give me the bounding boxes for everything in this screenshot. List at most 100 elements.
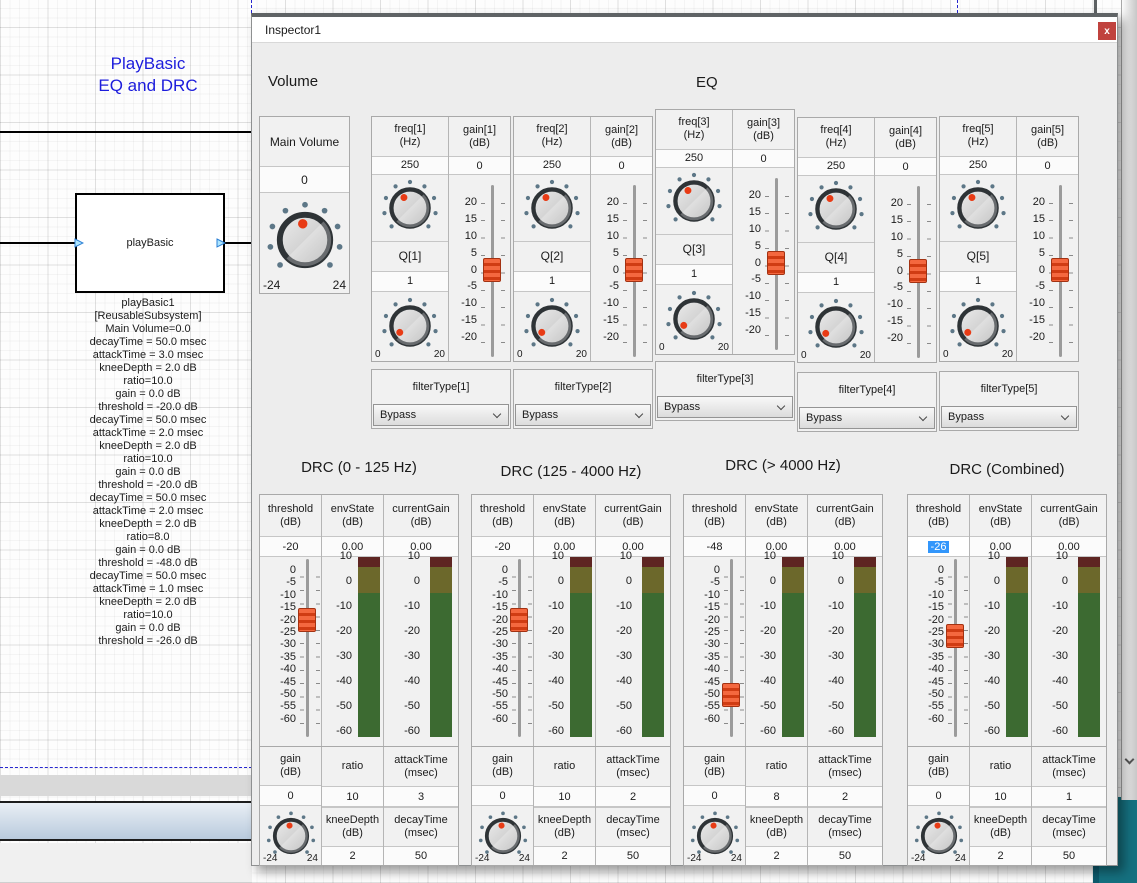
gain-slider[interactable]: 20151050-5-10-15-20 <box>875 176 936 362</box>
freq-header: freq[5](Hz) <box>940 117 1016 157</box>
gain-knob[interactable]: -2424 <box>684 806 745 865</box>
attacktime-value[interactable]: 2 <box>808 787 882 807</box>
attacktime-value[interactable]: 2 <box>596 787 670 807</box>
kneedepth-value[interactable]: 2 <box>534 847 595 865</box>
slider-handle[interactable] <box>946 624 964 648</box>
threshold-slider[interactable]: 0-5-10-15-20-25-30-35-40-45-50-55-60 <box>684 557 745 746</box>
filtertype-select[interactable]: Bypass <box>657 396 793 418</box>
freq-value[interactable]: 250 <box>372 157 448 175</box>
gain-knob[interactable]: -2424 <box>908 806 969 865</box>
chevron-down-icon <box>493 410 501 418</box>
decaytime-header: decayTime(msec) <box>384 807 458 847</box>
close-button[interactable]: x <box>1098 22 1116 40</box>
window-title: Inspector1 <box>265 23 321 37</box>
chevron-down-icon <box>919 413 927 421</box>
slider-handle[interactable] <box>1051 258 1069 282</box>
attacktime-value[interactable]: 1 <box>1032 787 1106 807</box>
eq-heading: EQ <box>696 74 718 91</box>
filtertype-select[interactable]: Bypass <box>515 404 651 426</box>
q-value[interactable]: 1 <box>798 273 874 293</box>
signal-wire <box>0 242 75 244</box>
q-value[interactable]: 1 <box>514 272 590 292</box>
q-value[interactable]: 1 <box>372 272 448 292</box>
kneedepth-value[interactable]: 2 <box>970 847 1031 865</box>
gain-slider[interactable]: 20151050-5-10-15-20 <box>449 175 510 361</box>
decaytime-header: decayTime(msec) <box>596 807 670 847</box>
q-knob[interactable]: 020 <box>940 292 1016 361</box>
threshold-value-editing[interactable]: -26 <box>908 537 969 557</box>
freq-knob[interactable] <box>656 168 732 235</box>
freq-value[interactable]: 250 <box>656 150 732 168</box>
q-value[interactable]: 1 <box>656 265 732 285</box>
freq-knob[interactable] <box>372 175 448 242</box>
filtertype-select[interactable]: Bypass <box>799 407 935 429</box>
q-knob[interactable]: 020 <box>514 292 590 361</box>
scroll-down-icon[interactable] <box>1125 755 1135 765</box>
slider-handle[interactable] <box>722 683 740 707</box>
filtertype-select[interactable]: Bypass <box>373 404 509 426</box>
q-knob[interactable]: 020 <box>372 292 448 361</box>
gain-header: gain[4](dB) <box>875 118 936 158</box>
meter-bar <box>642 557 664 737</box>
decaytime-value[interactable]: 50 <box>384 847 458 865</box>
decaytime-value[interactable]: 50 <box>808 847 882 865</box>
drc3-title: DRC (> 4000 Hz) <box>683 457 883 474</box>
freq-knob[interactable] <box>798 176 874 243</box>
q-knob[interactable]: 020 <box>798 293 874 362</box>
gain-knob[interactable]: -2424 <box>260 806 321 865</box>
freq-knob[interactable] <box>514 175 590 242</box>
freq-value[interactable]: 250 <box>514 157 590 175</box>
gain-value[interactable]: 0 <box>449 157 510 175</box>
main-volume-value[interactable]: 0 <box>260 167 349 193</box>
ratio-value[interactable]: 10 <box>534 787 595 807</box>
gain-value[interactable]: 0 <box>908 786 969 806</box>
playbasic-subsystem-block[interactable]: playBasic <box>75 193 225 293</box>
kneedepth-value[interactable]: 2 <box>322 847 383 865</box>
gain-value[interactable]: 0 <box>260 786 321 806</box>
q-value[interactable]: 1 <box>940 272 1016 292</box>
gain-value[interactable]: 0 <box>684 786 745 806</box>
threshold-slider[interactable]: 0-5-10-15-20-25-30-35-40-45-50-55-60 <box>908 557 969 746</box>
threshold-value[interactable]: -20 <box>472 537 533 557</box>
inspector-window: Inspector1 x Volume EQ Main Volume 0 -24… <box>251 13 1118 866</box>
freq-value[interactable]: 250 <box>798 158 874 176</box>
gain-value[interactable]: 0 <box>1017 157 1078 175</box>
gain-value[interactable]: 0 <box>591 157 652 175</box>
kneedepth-value[interactable]: 2 <box>746 847 807 865</box>
slider-handle[interactable] <box>483 258 501 282</box>
threshold-value[interactable]: -48 <box>684 537 745 557</box>
gain-slider[interactable]: 20151050-5-10-15-20 <box>591 175 652 361</box>
gain-value[interactable]: 0 <box>733 150 794 168</box>
vertical-scrollbar[interactable] <box>1121 0 1137 800</box>
decaytime-value[interactable]: 50 <box>596 847 670 865</box>
freq-knob[interactable] <box>940 175 1016 242</box>
slider-handle[interactable] <box>298 608 316 632</box>
currentgain-header: currentGain(dB) <box>596 495 670 537</box>
decaytime-value[interactable]: 50 <box>1032 847 1106 865</box>
ratio-value[interactable]: 10 <box>970 787 1031 807</box>
slider-handle[interactable] <box>510 608 528 632</box>
attacktime-value[interactable]: 3 <box>384 787 458 807</box>
window-titlebar[interactable]: Inspector1 x <box>252 17 1117 43</box>
main-volume-knob[interactable]: -24 24 <box>260 193 349 293</box>
gain-slider[interactable]: 20151050-5-10-15-20 <box>1017 175 1078 361</box>
slider-handle[interactable] <box>909 259 927 283</box>
volume-heading: Volume <box>268 73 318 90</box>
slider-handle[interactable] <box>767 251 785 275</box>
gain-value[interactable]: 0 <box>875 158 936 176</box>
eq-band-1-panel: freq[1](Hz) 250 Q[1] 1 020 gain[1](dB) 0… <box>371 116 511 362</box>
gain-slider[interactable]: 20151050-5-10-15-20 <box>733 168 794 354</box>
filtertype-select[interactable]: Bypass <box>941 406 1077 428</box>
gain-value[interactable]: 0 <box>472 786 533 806</box>
threshold-value[interactable]: -20 <box>260 537 321 557</box>
threshold-slider[interactable]: 0-5-10-15-20-25-30-35-40-45-50-55-60 <box>260 557 321 746</box>
decaytime-header: decayTime(msec) <box>808 807 882 847</box>
ratio-value[interactable]: 8 <box>746 787 807 807</box>
q-knob[interactable]: 020 <box>656 285 732 354</box>
ratio-value[interactable]: 10 <box>322 787 383 807</box>
slider-handle[interactable] <box>625 258 643 282</box>
freq-value[interactable]: 250 <box>940 157 1016 175</box>
gain-knob[interactable]: -2424 <box>472 806 533 865</box>
meter-bar <box>570 557 592 737</box>
threshold-slider[interactable]: 0-5-10-15-20-25-30-35-40-45-50-55-60 <box>472 557 533 746</box>
